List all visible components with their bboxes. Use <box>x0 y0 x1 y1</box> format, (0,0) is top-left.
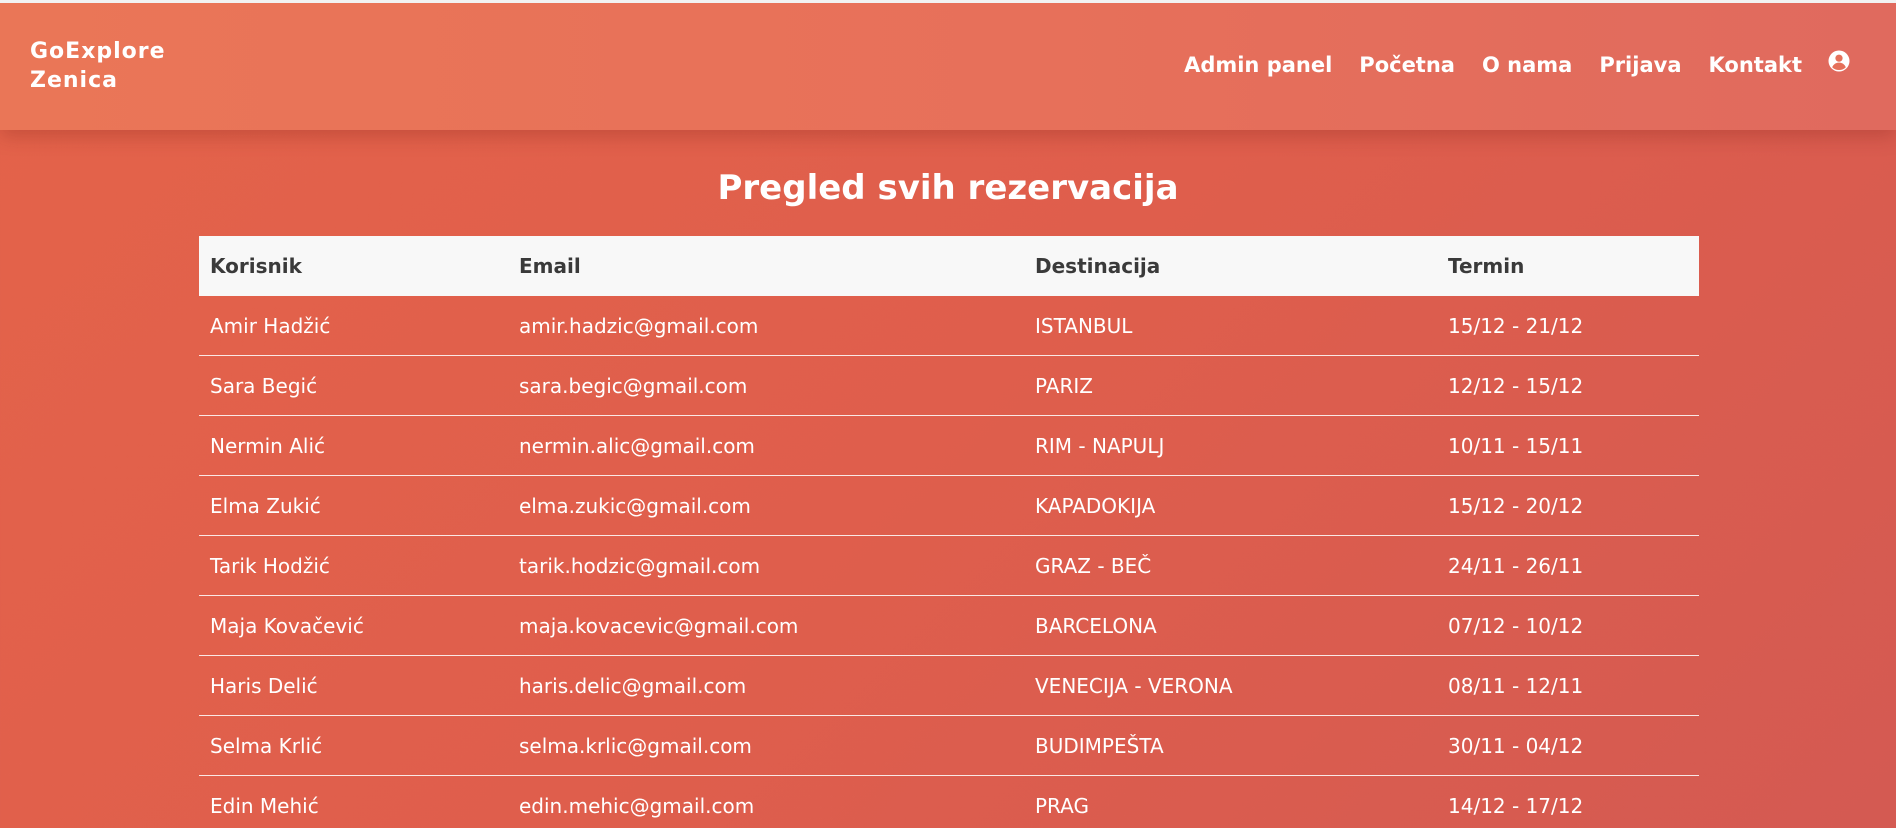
nav-link-admin-panel[interactable]: Admin panel <box>1184 53 1332 77</box>
nav-link-kontakt[interactable]: Kontakt <box>1709 53 1803 77</box>
cell-email: selma.krlic@gmail.com <box>508 715 1024 776</box>
cell-email: sara.begic@gmail.com <box>508 355 1024 416</box>
cell-user: Nermin Alić <box>199 415 508 476</box>
cell-email: amir.hadzic@gmail.com <box>508 296 1024 356</box>
table-row: Haris Delić haris.delic@gmail.com VENECI… <box>199 655 1699 716</box>
nav-link-o-nama[interactable]: O nama <box>1482 53 1572 77</box>
cell-destination: ISTANBUL <box>1024 296 1437 356</box>
table-row: Sara Begić sara.begic@gmail.com PARIZ 12… <box>199 355 1699 416</box>
table-header-row: Korisnik Email Destinacija Termin <box>199 236 1699 296</box>
nav-links: Admin panel Početna O nama Prijava Konta… <box>1157 50 1850 77</box>
table-row: Amir Hadžić amir.hadzic@gmail.com ISTANB… <box>199 296 1699 356</box>
cell-user: Selma Krlić <box>199 715 508 776</box>
table-row: Edin Mehić edin.mehic@gmail.com PRAG 14/… <box>199 775 1699 828</box>
cell-email: edin.mehic@gmail.com <box>508 775 1024 828</box>
brand-logo[interactable]: GoExplore Zenica <box>30 37 166 95</box>
column-header-korisnik: Korisnik <box>210 254 302 278</box>
cell-user: Amir Hadžić <box>199 296 508 356</box>
cell-email: elma.zukic@gmail.com <box>508 475 1024 536</box>
table-row: Nermin Alić nermin.alic@gmail.com RIM - … <box>199 415 1699 476</box>
cell-user: Tarik Hodžić <box>199 535 508 596</box>
cell-term: 14/12 - 17/12 <box>1437 775 1699 828</box>
page-title: Pregled svih rezervacija <box>717 168 1179 208</box>
column-header-email: Email <box>519 254 581 278</box>
cell-user: Maja Kovačević <box>199 595 508 656</box>
cell-destination: PARIZ <box>1024 355 1437 416</box>
cell-user: Edin Mehić <box>199 775 508 828</box>
table-header: Korisnik Email Destinacija Termin <box>199 236 1699 296</box>
cell-destination: GRAZ - BEČ <box>1024 535 1437 596</box>
navbar: GoExplore Zenica Admin panel Početna O n… <box>0 0 1896 130</box>
cell-term: 30/11 - 04/12 <box>1437 715 1699 776</box>
cell-destination: BUDIMPEŠTA <box>1024 715 1437 776</box>
table-row: Selma Krlić selma.krlic@gmail.com BUDIMP… <box>199 715 1699 776</box>
cell-email: tarik.hodzic@gmail.com <box>508 535 1024 596</box>
cell-term: 07/12 - 10/12 <box>1437 595 1699 656</box>
cell-destination: PRAG <box>1024 775 1437 828</box>
cell-term: 12/12 - 15/12 <box>1437 355 1699 416</box>
reservations-table-container: Korisnik Email Destinacija Termin Amir H… <box>199 236 1699 828</box>
cell-term: 24/11 - 26/11 <box>1437 535 1699 596</box>
reservations-table: Korisnik Email Destinacija Termin Amir H… <box>199 236 1699 828</box>
cell-term: 15/12 - 21/12 <box>1437 296 1699 356</box>
table-row: Tarik Hodžić tarik.hodzic@gmail.com GRAZ… <box>199 535 1699 596</box>
column-header-destinacija: Destinacija <box>1035 254 1161 278</box>
nav-link-pocetna[interactable]: Početna <box>1359 53 1455 77</box>
cell-user: Elma Zukić <box>199 475 508 536</box>
table-body: Amir Hadžić amir.hadzic@gmail.com ISTANB… <box>199 296 1699 828</box>
cell-email: haris.delic@gmail.com <box>508 655 1024 716</box>
table-row: Elma Zukić elma.zukic@gmail.com KAPADOKI… <box>199 475 1699 536</box>
table-row: Maja Kovačević maja.kovacevic@gmail.com … <box>199 595 1699 656</box>
brand-line-1: GoExplore <box>30 39 166 64</box>
cell-term: 08/11 - 12/11 <box>1437 655 1699 716</box>
user-circle-icon[interactable] <box>1828 50 1850 72</box>
brand-line-2: Zenica <box>30 68 118 93</box>
cell-destination: KAPADOKIJA <box>1024 475 1437 536</box>
cell-destination: BARCELONA <box>1024 595 1437 656</box>
cell-user: Sara Begić <box>199 355 508 416</box>
column-header-termin: Termin <box>1448 254 1525 278</box>
cell-email: nermin.alic@gmail.com <box>508 415 1024 476</box>
cell-user: Haris Delić <box>199 655 508 716</box>
cell-destination: VENECIJA - VERONA <box>1024 655 1437 716</box>
cell-term: 10/11 - 15/11 <box>1437 415 1699 476</box>
cell-destination: RIM - NAPULJ <box>1024 415 1437 476</box>
cell-email: maja.kovacevic@gmail.com <box>508 595 1024 656</box>
cell-term: 15/12 - 20/12 <box>1437 475 1699 536</box>
nav-link-prijava[interactable]: Prijava <box>1599 53 1681 77</box>
